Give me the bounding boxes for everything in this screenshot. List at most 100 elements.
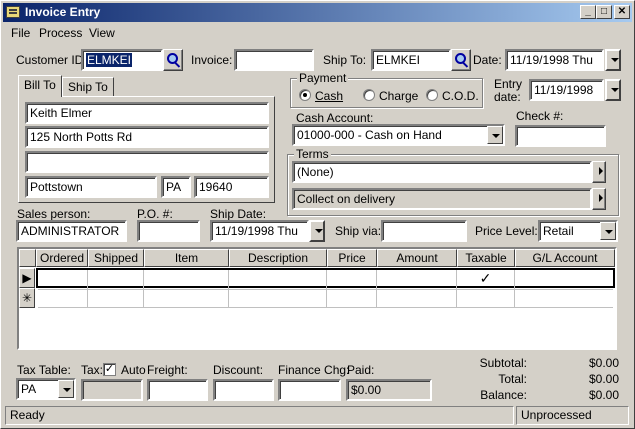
ship-to-lookup-search-icon[interactable] (451, 49, 471, 71)
cash-account-value: 01000-000 - Cash on Hand (297, 128, 442, 142)
terms-group-title: Terms (294, 147, 331, 161)
cell-gl-account[interactable] (515, 270, 613, 290)
customer-lookup-search-icon[interactable] (163, 49, 183, 71)
cash-account-select[interactable]: 01000-000 - Cash on Hand (292, 124, 505, 146)
ship-date-dropdown-button[interactable] (309, 220, 325, 242)
terms-description-next-icon[interactable] (592, 188, 606, 210)
maximize-button[interactable]: □ (596, 5, 612, 19)
auto-tax-checkbox[interactable]: ✓ (103, 363, 116, 376)
finance-charge-field[interactable] (278, 379, 341, 401)
bill-to-city-field[interactable]: Pottstown (25, 176, 157, 198)
bill-to-address1-field[interactable]: 125 North Potts Rd (25, 126, 269, 148)
date-field[interactable]: 11/19/1998 Thu (505, 49, 604, 71)
menu-view[interactable]: View (89, 26, 115, 40)
po-label: P.O. #: (137, 207, 173, 221)
cell-gl-account[interactable] (515, 288, 613, 308)
radio-cash-label[interactable]: Cash (315, 89, 343, 103)
radio-cod-label[interactable]: C.O.D. (442, 89, 479, 103)
entry-date-dropdown-button[interactable] (605, 79, 621, 101)
cell-taxable-checkmark-icon[interactable]: ✓ (457, 270, 515, 290)
check-number-field[interactable] (515, 125, 606, 147)
price-level-value: Retail (543, 224, 574, 238)
cell-item[interactable] (144, 288, 229, 308)
radio-cash[interactable] (299, 89, 311, 101)
terms-field[interactable]: (None) (292, 161, 592, 183)
col-item[interactable]: Item (144, 249, 229, 267)
payment-group-title: Payment (297, 71, 349, 85)
cash-account-label: Cash Account: (296, 111, 374, 125)
ship-via-field[interactable] (381, 220, 467, 242)
customer-id-value: ELMKEI (86, 53, 133, 67)
tab-bill-to[interactable]: Bill To (18, 75, 62, 97)
discount-field[interactable] (213, 379, 274, 401)
col-shipped[interactable]: Shipped (88, 249, 144, 267)
salesperson-field[interactable]: ADMINISTRATOR (16, 220, 127, 242)
cell-shipped[interactable] (88, 270, 144, 290)
paid-field: $0.00 (346, 379, 432, 401)
freight-label: Freight: (147, 363, 188, 377)
bill-to-state-field[interactable]: PA (161, 176, 191, 198)
chevron-down-icon[interactable] (58, 380, 74, 398)
col-price[interactable]: Price (327, 249, 377, 267)
close-button[interactable]: ✕ (614, 5, 630, 19)
title-bar[interactable]: Invoice Entry _ □ ✕ (3, 3, 632, 22)
window-title: Invoice Entry (25, 5, 101, 19)
total-label: Total: (498, 372, 527, 386)
cell-price[interactable] (327, 270, 377, 290)
freight-field[interactable] (147, 379, 208, 401)
table-row[interactable] (36, 288, 615, 308)
col-taxable[interactable]: Taxable (457, 249, 515, 267)
auto-label[interactable]: Auto (121, 363, 146, 377)
minimize-button[interactable]: _ (580, 5, 596, 19)
date-dropdown-button[interactable] (605, 49, 621, 71)
cell-taxable[interactable] (457, 288, 515, 308)
tax-table-select[interactable]: PA (16, 378, 76, 400)
cell-description[interactable] (229, 270, 327, 290)
col-description[interactable]: Description (229, 249, 327, 267)
cell-item[interactable] (144, 270, 229, 290)
customer-id-field[interactable]: ELMKEI (81, 49, 163, 71)
cell-ordered[interactable] (38, 288, 88, 308)
ship-to-field[interactable]: ELMKEI (371, 49, 451, 71)
radio-charge-label[interactable]: Charge (379, 89, 418, 103)
invoice-field[interactable] (234, 49, 314, 71)
entry-date-label-2: date: (494, 90, 521, 104)
subtotal-label: Subtotal: (479, 356, 527, 370)
terms-next-icon[interactable] (592, 161, 606, 183)
bill-to-zip-field[interactable]: 19640 (194, 176, 269, 198)
cell-ordered[interactable] (38, 270, 88, 290)
finance-charge-label: Finance Chg: (278, 363, 350, 377)
bill-to-address2-field[interactable] (25, 151, 269, 173)
col-gl-account[interactable]: G/L Account (515, 249, 615, 267)
radio-charge[interactable] (363, 89, 375, 101)
cell-amount[interactable] (377, 288, 457, 308)
menu-bar: File Process View (3, 23, 632, 42)
balance-label: Balance: (480, 388, 527, 402)
tax-table-label: Tax Table: (17, 363, 71, 377)
chevron-down-icon (310, 221, 324, 241)
row-selector-new[interactable]: ✳ (19, 288, 35, 308)
radio-cod[interactable] (426, 89, 438, 101)
entry-date-field[interactable]: 11/19/1998 (529, 79, 604, 101)
po-field[interactable] (137, 220, 200, 242)
menu-process[interactable]: Process (39, 26, 82, 40)
cell-description[interactable] (229, 288, 327, 308)
ship-date-field[interactable]: 11/19/1998 Thu (210, 220, 309, 242)
cell-amount[interactable] (377, 270, 457, 290)
col-ordered[interactable]: Ordered (36, 249, 88, 267)
invoice-label: Invoice: (191, 53, 233, 67)
chevron-down-icon[interactable] (600, 222, 616, 240)
menu-file[interactable]: File (11, 26, 30, 40)
price-level-select[interactable]: Retail (538, 220, 618, 242)
table-row[interactable]: ✓ (36, 268, 615, 290)
bill-to-name-field[interactable]: Keith Elmer (25, 102, 269, 124)
col-amount[interactable]: Amount (377, 249, 457, 267)
tab-ship-to[interactable]: Ship To (62, 77, 114, 97)
chevron-down-icon[interactable] (487, 126, 503, 144)
row-selector-current[interactable]: ▶ (19, 268, 35, 288)
cell-price[interactable] (327, 288, 377, 308)
tax-label: Tax: (81, 363, 104, 377)
payment-group: Payment Cash Charge C.O.D. (290, 71, 483, 108)
cell-shipped[interactable] (88, 288, 144, 308)
line-items-grid[interactable]: Ordered Shipped Item Description Price A… (17, 247, 617, 350)
